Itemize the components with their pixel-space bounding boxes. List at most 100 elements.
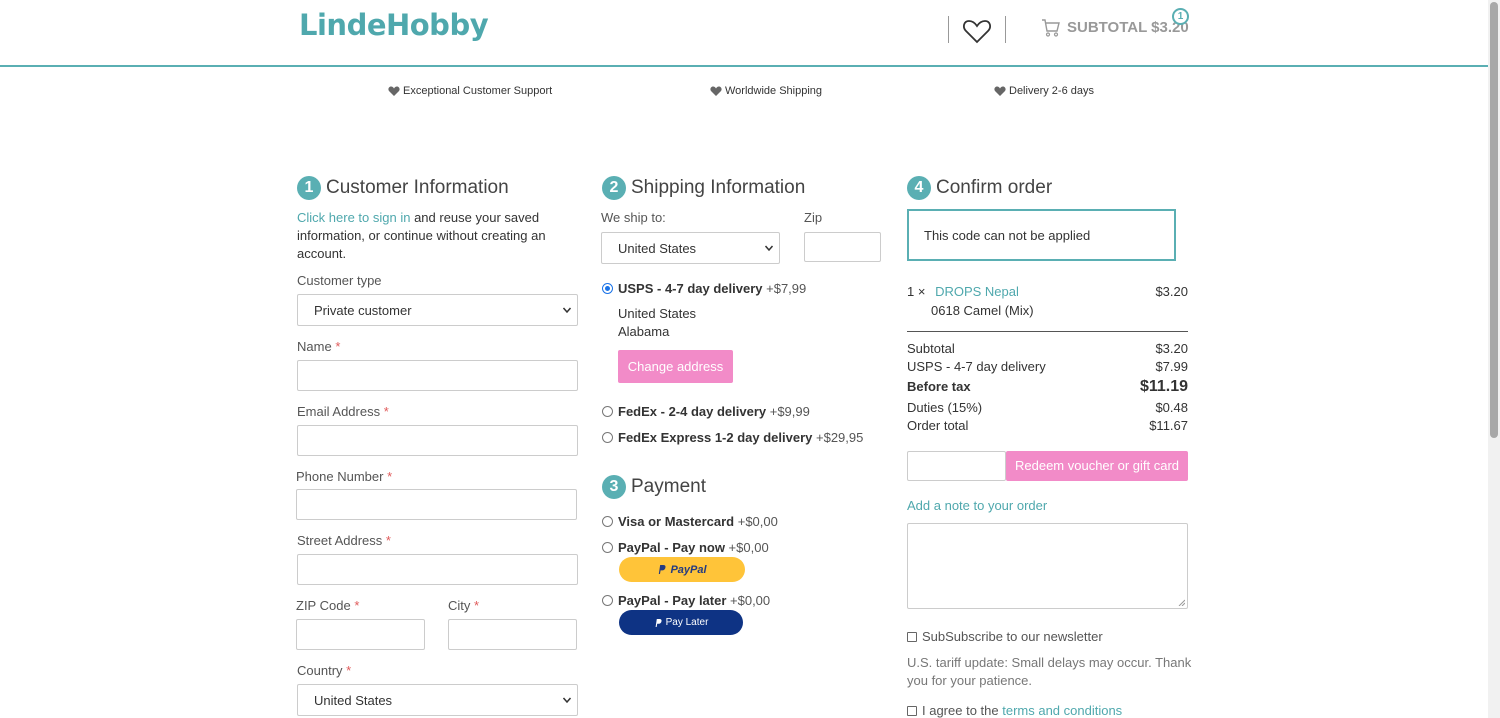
row-value: $11.67	[1149, 418, 1188, 433]
row-value: $3.20	[1155, 341, 1188, 356]
redeem-voucher-button[interactable]: Redeem voucher or gift card	[1006, 451, 1188, 481]
usp-support: Exceptional Customer Support	[388, 85, 552, 97]
payment-paypal-now-radio[interactable]	[602, 542, 613, 553]
scrollbar-thumb[interactable]	[1490, 2, 1498, 438]
payment-paypal-later-radio[interactable]	[602, 595, 613, 606]
option-price: +$29,95	[812, 430, 864, 445]
cart-subtotal-link[interactable]: SUBTOTAL $3.20	[1067, 19, 1189, 36]
site-logo[interactable]: LindeHobby	[299, 8, 489, 42]
customer-info-heading: 1 Customer Information	[297, 176, 509, 200]
newsletter-checkbox[interactable]	[907, 632, 917, 642]
site-header: LindeHobby SUBTOTAL $3.20 1	[0, 0, 1488, 67]
option-price: +$0,00	[734, 514, 778, 529]
city-input[interactable]	[448, 619, 577, 650]
shipping-option-usps-label[interactable]: USPS - 4-7 day delivery +$7,99	[618, 281, 806, 296]
section-title: Payment	[631, 476, 706, 497]
shipping-zip-label: Zip	[804, 210, 823, 225]
zip-input[interactable]	[296, 619, 425, 650]
cart-line-item: 1 × DROPS Nepal $3.20	[907, 284, 1188, 299]
item-price: $3.20	[1155, 284, 1188, 299]
header-divider	[1005, 16, 1006, 43]
street-input[interactable]	[297, 554, 578, 585]
resize-handle-icon[interactable]	[1178, 599, 1185, 606]
change-address-button[interactable]: Change address	[618, 350, 733, 383]
payment-visa-label[interactable]: Visa or Mastercard +$0,00	[618, 514, 778, 529]
city-label: City *	[448, 598, 479, 613]
ship-to-country-select[interactable]: United States	[601, 232, 780, 264]
payment-paypal-later-label[interactable]: PayPal - Pay later +$0,00	[618, 593, 770, 608]
street-label: Street Address *	[297, 533, 391, 548]
label-text: Street Address	[297, 533, 383, 548]
shipping-option-fedex-radio[interactable]	[602, 406, 613, 417]
heart-icon	[710, 86, 722, 96]
label-text: ZIP Code	[296, 598, 351, 613]
row-label: Order total	[907, 418, 969, 433]
paypal-button[interactable]: PayPal	[619, 557, 745, 582]
heart-icon	[388, 86, 400, 96]
payment-paypal-now-label[interactable]: PayPal - Pay now +$0,00	[618, 540, 769, 555]
paypal-pay-later-button[interactable]: Pay Later	[619, 610, 743, 635]
required-mark: *	[335, 339, 341, 354]
tariff-text: U.S. tariff update: Small delays may occ…	[907, 655, 1192, 670]
required-mark: *	[354, 598, 360, 613]
signin-text-part: information, or continue without creatin…	[297, 228, 546, 243]
country-select[interactable]: United States	[297, 684, 578, 716]
signin-text-part: account.	[297, 246, 347, 261]
shipping-option-usps-radio[interactable]	[602, 283, 613, 294]
row-value: $0.48	[1155, 400, 1188, 415]
add-note-link[interactable]: Add a note to your order	[907, 497, 1047, 515]
voucher-code-input[interactable]	[907, 451, 1006, 481]
chevron-down-icon	[563, 697, 571, 704]
phone-input[interactable]	[296, 489, 577, 520]
confirm-order-heading: 4 Confirm order	[907, 176, 1052, 200]
option-price: +$0,00	[724, 540, 769, 555]
terms-link[interactable]: terms and conditions	[1002, 703, 1122, 718]
step-number: 3	[602, 475, 626, 499]
option-price: +$7,99	[762, 281, 807, 296]
wishlist-heart-icon[interactable]	[962, 16, 992, 46]
shipping-zip-input[interactable]	[804, 232, 881, 262]
ship-to-label: We ship to:	[601, 210, 666, 225]
payment-heading: 3 Payment	[602, 475, 706, 499]
shipping-option-fedex-express-radio[interactable]	[602, 432, 613, 443]
shipping-option-fedex-label[interactable]: FedEx - 2-4 day delivery +$9,99	[618, 404, 810, 419]
usp-delivery: Delivery 2-6 days	[994, 85, 1094, 97]
item-name-link[interactable]: DROPS Nepal	[935, 284, 1019, 299]
email-input[interactable]	[297, 425, 578, 456]
summary-before-tax-row: Before tax $11.19	[907, 378, 1188, 395]
shopping-cart-icon[interactable]	[1041, 18, 1061, 38]
terms-label[interactable]: I agree to the terms and conditions	[922, 702, 1122, 718]
option-price: +$0,00	[726, 593, 771, 608]
shipping-option-fedex-express-label[interactable]: FedEx Express 1-2 day delivery +$29,95	[618, 430, 863, 445]
newsletter-label[interactable]: SubSubscribe to our newsletter	[922, 628, 1103, 646]
section-title: Customer Information	[326, 177, 509, 198]
shipping-info-heading: 2 Shipping Information	[602, 176, 805, 200]
step-number: 2	[602, 176, 626, 200]
payment-visa-radio[interactable]	[602, 516, 613, 527]
summary-shipping-row: USPS - 4-7 day delivery $7.99	[907, 359, 1188, 374]
option-name: PayPal - Pay later	[618, 593, 727, 608]
required-mark: *	[383, 404, 389, 419]
summary-divider	[907, 331, 1188, 332]
page-scrollbar[interactable]	[1488, 0, 1500, 718]
terms-prefix: I agree to the	[922, 703, 1003, 718]
select-value: United States	[314, 693, 393, 708]
customer-type-select[interactable]: Private customer	[297, 294, 578, 326]
required-mark: *	[385, 533, 391, 548]
order-note-textarea[interactable]	[907, 523, 1188, 609]
option-name: PayPal - Pay now	[618, 540, 725, 555]
label-text: Name	[297, 339, 332, 354]
pay-later-button-label: Pay Later	[665, 617, 709, 628]
name-input[interactable]	[297, 360, 578, 391]
option-name: USPS - 4-7 day delivery	[618, 281, 763, 296]
row-label: Before tax	[907, 379, 971, 394]
email-label: Email Address *	[297, 404, 389, 419]
row-label: Duties (15%)	[907, 400, 983, 415]
tariff-notice: U.S. tariff update: Small delays may occ…	[907, 654, 1191, 690]
row-value: $11.19	[1139, 378, 1188, 395]
section-title: Shipping Information	[631, 177, 806, 198]
summary-order-total-row: Order total $11.67	[907, 418, 1188, 433]
zip-label: ZIP Code *	[296, 598, 359, 613]
terms-checkbox[interactable]	[907, 706, 917, 716]
signin-link[interactable]: Click here to sign in	[297, 210, 410, 225]
